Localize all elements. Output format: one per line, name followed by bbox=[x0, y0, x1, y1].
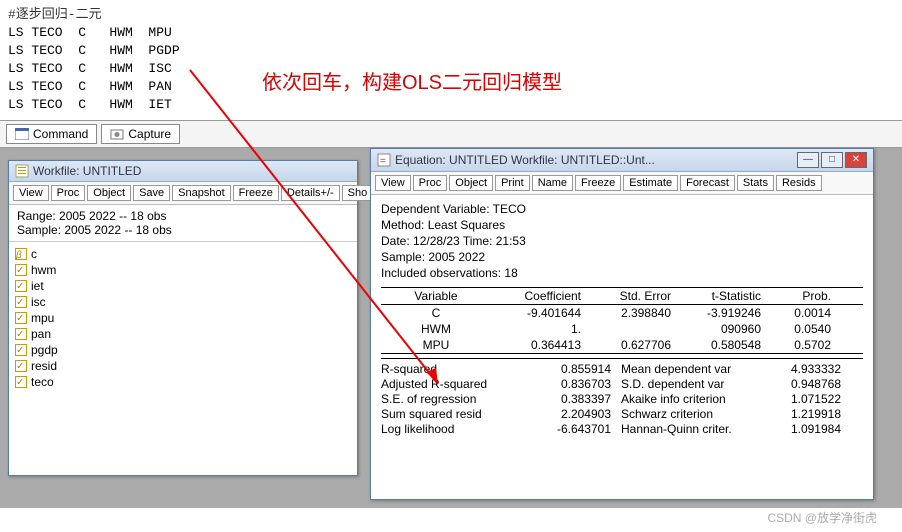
equation-output: Dependent Variable: TECO Method: Least S… bbox=[371, 195, 873, 443]
tb-object[interactable]: Object bbox=[87, 185, 131, 201]
list-item[interactable]: pgdp bbox=[15, 342, 351, 358]
code-editor[interactable]: #逐步回归-二元 LS TECO C HWM MPU LS TECO C HWM… bbox=[0, 0, 902, 120]
minimize-button[interactable]: — bbox=[797, 152, 819, 168]
stats-row: Sum squared resid2.204903Schwarz criteri… bbox=[381, 407, 863, 422]
table-row: HWM 1. 090960 0.0540 bbox=[381, 321, 863, 337]
series-icon bbox=[15, 376, 27, 388]
list-item[interactable]: mpu bbox=[15, 310, 351, 326]
tb-object[interactable]: Object bbox=[449, 175, 493, 191]
sample: Sample: 2005 2022 bbox=[381, 249, 863, 265]
equation-icon: = bbox=[377, 153, 391, 167]
code-line: LS TECO C HWM IET bbox=[8, 96, 894, 114]
equation-toolbar: View Proc Object Print Name Freeze Estim… bbox=[371, 172, 873, 195]
stats-row: Adjusted R-squared0.836703S.D. dependent… bbox=[381, 377, 863, 392]
tb-freeze[interactable]: Freeze bbox=[233, 185, 279, 201]
stats-row: R-squared0.855914Mean dependent var4.933… bbox=[381, 362, 863, 377]
coef-icon bbox=[15, 248, 27, 260]
workarea: Workfile: UNTITLED View Proc Object Save… bbox=[0, 148, 902, 508]
tb-details[interactable]: Details+/- bbox=[281, 185, 340, 201]
equation-meta: Dependent Variable: TECO Method: Least S… bbox=[381, 201, 863, 281]
watermark: CSDN @放学净街虎 bbox=[767, 509, 877, 526]
workfile-window[interactable]: Workfile: UNTITLED View Proc Object Save… bbox=[8, 160, 358, 476]
stats-row: Log likelihood-6.643701Hannan-Quinn crit… bbox=[381, 422, 863, 437]
coefficient-table: Variable Coefficient Std. Error t-Statis… bbox=[381, 287, 863, 354]
list-item[interactable]: pan bbox=[15, 326, 351, 342]
tb-forecast[interactable]: Forecast bbox=[680, 175, 735, 191]
obs: Included observations: 18 bbox=[381, 265, 863, 281]
command-button[interactable]: Command bbox=[6, 124, 97, 144]
list-item[interactable]: teco bbox=[15, 374, 351, 390]
range-text: Range: 2005 2022 -- 18 obs bbox=[17, 209, 349, 223]
tb-resids[interactable]: Resids bbox=[776, 175, 822, 191]
table-row: C -9.401644 2.398840 -3.919246 0.0014 bbox=[381, 305, 863, 321]
code-line: LS TECO C HWM MPU bbox=[8, 24, 894, 42]
capture-button[interactable]: Capture bbox=[101, 124, 180, 144]
svg-text:=: = bbox=[380, 156, 386, 167]
stats-block: R-squared0.855914Mean dependent var4.933… bbox=[381, 358, 863, 437]
command-bar: Command Capture bbox=[0, 120, 902, 148]
tb-view[interactable]: View bbox=[13, 185, 49, 201]
workfile-title: Workfile: UNTITLED bbox=[33, 164, 351, 178]
list-item[interactable]: iet bbox=[15, 278, 351, 294]
tb-view[interactable]: View bbox=[375, 175, 411, 191]
equation-title: Equation: UNTITLED Workfile: UNTITLED::U… bbox=[395, 153, 793, 167]
tb-save[interactable]: Save bbox=[133, 185, 170, 201]
method: Method: Least Squares bbox=[381, 217, 863, 233]
list-item[interactable]: c bbox=[15, 246, 351, 262]
code-line: LS TECO C HWM PGDP bbox=[8, 42, 894, 60]
series-icon bbox=[15, 264, 27, 276]
tb-show[interactable]: Sho bbox=[342, 185, 374, 201]
series-icon bbox=[15, 312, 27, 324]
series-icon bbox=[15, 344, 27, 356]
tb-stats[interactable]: Stats bbox=[737, 175, 774, 191]
workfile-info: Range: 2005 2022 -- 18 obs Sample: 2005 … bbox=[9, 205, 357, 242]
capture-label: Capture bbox=[128, 127, 171, 141]
series-icon bbox=[15, 280, 27, 292]
series-icon bbox=[15, 296, 27, 308]
workfile-icon bbox=[15, 164, 29, 178]
date: Date: 12/28/23 Time: 21:53 bbox=[381, 233, 863, 249]
tb-name[interactable]: Name bbox=[532, 175, 573, 191]
table-header: Variable Coefficient Std. Error t-Statis… bbox=[381, 288, 863, 305]
capture-icon bbox=[110, 128, 124, 140]
command-icon bbox=[15, 128, 29, 140]
tb-snapshot[interactable]: Snapshot bbox=[172, 185, 230, 201]
maximize-button[interactable]: □ bbox=[821, 152, 843, 168]
workfile-toolbar: View Proc Object Save Snapshot Freeze De… bbox=[9, 182, 357, 205]
equation-window[interactable]: = Equation: UNTITLED Workfile: UNTITLED:… bbox=[370, 148, 874, 500]
command-label: Command bbox=[33, 127, 88, 141]
window-controls: — □ ✕ bbox=[797, 152, 867, 168]
close-button[interactable]: ✕ bbox=[845, 152, 867, 168]
dep-var: Dependent Variable: TECO bbox=[381, 201, 863, 217]
code-comment: #逐步回归-二元 bbox=[8, 6, 894, 24]
list-item[interactable]: resid bbox=[15, 358, 351, 374]
tb-proc[interactable]: Proc bbox=[413, 175, 448, 191]
tb-estimate[interactable]: Estimate bbox=[623, 175, 678, 191]
variable-list[interactable]: c hwm iet isc mpu pan pgdp resid teco bbox=[9, 242, 357, 394]
series-icon bbox=[15, 328, 27, 340]
list-item[interactable]: hwm bbox=[15, 262, 351, 278]
tb-proc[interactable]: Proc bbox=[51, 185, 86, 201]
workfile-titlebar[interactable]: Workfile: UNTITLED bbox=[9, 161, 357, 182]
series-icon bbox=[15, 360, 27, 372]
equation-titlebar[interactable]: = Equation: UNTITLED Workfile: UNTITLED:… bbox=[371, 149, 873, 172]
stats-row: S.E. of regression0.383397Akaike info cr… bbox=[381, 392, 863, 407]
list-item[interactable]: isc bbox=[15, 294, 351, 310]
table-row: MPU 0.364413 0.627706 0.580548 0.5702 bbox=[381, 337, 863, 353]
annotation-text: 依次回车，构建OLS二元回归模型 bbox=[262, 66, 562, 95]
tb-print[interactable]: Print bbox=[495, 175, 530, 191]
sample-text: Sample: 2005 2022 -- 18 obs bbox=[17, 223, 349, 237]
tb-freeze[interactable]: Freeze bbox=[575, 175, 621, 191]
